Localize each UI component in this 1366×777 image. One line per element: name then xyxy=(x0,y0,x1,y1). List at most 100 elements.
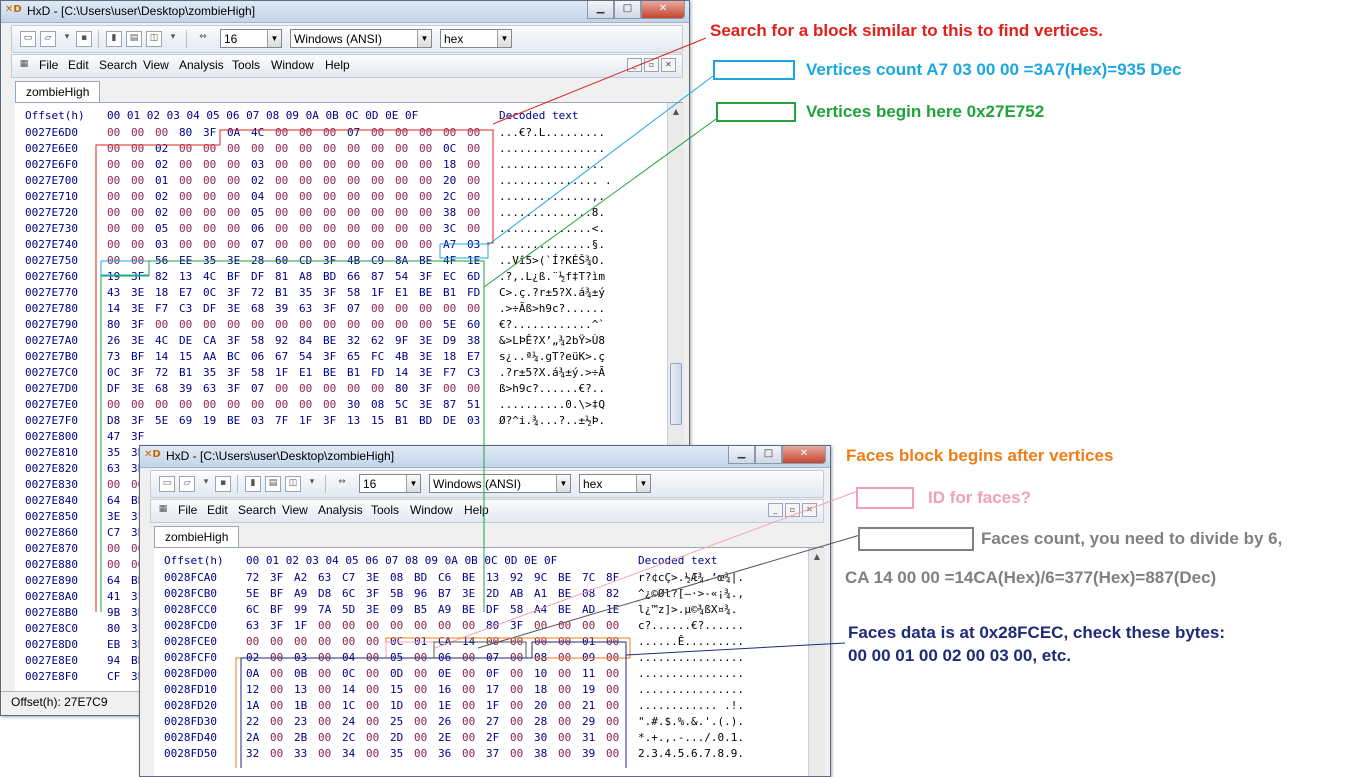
hex-byte[interactable]: 87 xyxy=(371,269,384,285)
open-folder-icon[interactable]: ▱ xyxy=(40,31,56,47)
hex-byte[interactable]: 51 xyxy=(467,397,480,413)
hex-byte[interactable]: 62 xyxy=(371,333,384,349)
hex-byte[interactable]: 35 xyxy=(299,285,312,301)
hex-byte[interactable]: 00 xyxy=(366,666,379,682)
hex-byte[interactable]: 00 xyxy=(203,205,216,221)
hex-byte[interactable]: 8F xyxy=(606,570,619,586)
hex-byte[interactable]: 00 xyxy=(251,317,264,333)
minimize-button[interactable]: ▁ xyxy=(728,446,755,464)
hex-byte[interactable]: 63 xyxy=(107,461,120,477)
hex-byte[interactable]: 0C xyxy=(107,365,120,381)
hex-byte[interactable]: 00 xyxy=(347,141,360,157)
hex-byte[interactable]: 02 xyxy=(155,157,168,173)
hex-byte[interactable]: 00 xyxy=(462,730,475,746)
close-button[interactable]: ✕ xyxy=(782,446,826,464)
hex-byte[interactable]: 13 xyxy=(294,682,307,698)
hex-byte[interactable]: EB xyxy=(107,637,120,653)
hex-byte[interactable]: 3F xyxy=(227,285,240,301)
hex-byte[interactable]: 18 xyxy=(534,682,547,698)
hex-byte[interactable]: 2B xyxy=(294,730,307,746)
hex-byte[interactable]: 3F xyxy=(323,253,336,269)
hex-byte[interactable]: AB xyxy=(510,586,523,602)
hex-row[interactable]: 0028FCE0 00 00 00 00 00 00 0C 01 CA 14 00 00 00 00 01 00… xyxy=(164,634,804,650)
hex-byte[interactable]: 72 xyxy=(251,285,264,301)
hex-byte[interactable]: 0A xyxy=(246,666,259,682)
hex-byte[interactable]: 3F xyxy=(323,301,336,317)
hex-row[interactable]: 0027E760 19 3F 82 13 4C BF DF 81 A8 BD 66 87 54 3F EC 6D… xyxy=(25,269,665,285)
hex-byte[interactable]: 03 xyxy=(251,157,264,173)
hex-byte[interactable]: 00 xyxy=(251,141,264,157)
chevron-down-icon[interactable]: ▼ xyxy=(267,30,281,47)
decoded-text[interactable]: ......Ê......... xyxy=(638,634,744,650)
hex-byte[interactable]: 00 xyxy=(467,301,480,317)
display-mode-select[interactable]: hex ▼ xyxy=(440,29,512,48)
hex-byte[interactable]: 00 xyxy=(107,557,120,573)
hex-byte[interactable]: 9C xyxy=(534,570,547,586)
hex-byte[interactable]: 96 xyxy=(414,586,427,602)
hex-row[interactable]: 0028FCD0 63 3F 1F 00 00 00 00 00 00 00 80 3F 00 00 00 00… xyxy=(164,618,804,634)
hex-byte[interactable]: EC xyxy=(443,269,456,285)
hex-byte[interactable]: 00 xyxy=(227,237,240,253)
hex-byte[interactable]: 00 xyxy=(419,237,432,253)
hex-byte[interactable]: 00 xyxy=(275,397,288,413)
hex-byte[interactable]: 00 xyxy=(270,650,283,666)
hex-byte[interactable]: 4C xyxy=(155,333,168,349)
hex-byte[interactable]: 00 xyxy=(318,618,331,634)
hex-byte[interactable]: 00 xyxy=(371,301,384,317)
chevron-down-icon[interactable]: ▼ xyxy=(417,30,431,47)
hex-byte[interactable]: 00 xyxy=(179,221,192,237)
hex-byte[interactable]: 00 xyxy=(275,205,288,221)
hex-byte[interactable]: 00 xyxy=(467,173,480,189)
hex-byte[interactable]: BF xyxy=(227,269,240,285)
hex-byte[interactable]: 58 xyxy=(251,333,264,349)
hex-byte[interactable]: 00 xyxy=(107,205,120,221)
hex-byte[interactable]: 58 xyxy=(510,602,523,618)
hex-byte[interactable]: 00 xyxy=(323,141,336,157)
menu-search[interactable]: Search xyxy=(238,503,276,517)
hex-byte[interactable]: 82 xyxy=(155,269,168,285)
chevron-down-icon[interactable]: ▼ xyxy=(406,475,420,492)
hex-byte[interactable]: 00 xyxy=(414,714,427,730)
decoded-text[interactable]: ............ .!. xyxy=(638,698,744,714)
hex-byte[interactable]: AA xyxy=(203,349,216,365)
hex-byte[interactable]: 00 xyxy=(371,205,384,221)
hex-byte[interactable]: 28 xyxy=(534,714,547,730)
hex-byte[interactable]: 00 xyxy=(366,682,379,698)
hex-byte[interactable]: 00 xyxy=(467,221,480,237)
hex-byte[interactable]: 07 xyxy=(347,125,360,141)
hex-byte[interactable]: 03 xyxy=(251,413,264,429)
hex-byte[interactable]: 80 xyxy=(179,125,192,141)
hex-byte[interactable]: 00 xyxy=(558,682,571,698)
save-icon[interactable]: ▪ xyxy=(76,31,92,47)
hex-byte[interactable]: 00 xyxy=(323,221,336,237)
hex-byte[interactable]: 00 xyxy=(371,173,384,189)
hex-byte[interactable]: 63 xyxy=(246,618,259,634)
hex-row[interactable]: 0027E730 00 00 05 00 00 00 06 00 00 00 00 00 00 00 3C 00… xyxy=(25,221,665,237)
hex-byte[interactable]: 00 xyxy=(131,221,144,237)
hex-row[interactable]: 0027E740 00 00 03 00 00 00 07 00 00 00 00 00 00 00 A7 03… xyxy=(25,237,665,253)
hex-byte[interactable]: 3F xyxy=(366,586,379,602)
hex-byte[interactable]: 00 xyxy=(462,650,475,666)
hex-byte[interactable]: 64 xyxy=(107,493,120,509)
hex-byte[interactable]: 00 xyxy=(366,618,379,634)
hex-byte[interactable]: B1 xyxy=(347,365,360,381)
hex-byte[interactable]: 00 xyxy=(510,698,523,714)
hex-byte[interactable]: A4 xyxy=(534,602,547,618)
hex-byte[interactable]: 00 xyxy=(299,205,312,221)
hex-byte[interactable]: BE xyxy=(323,333,336,349)
hex-byte[interactable]: 1C xyxy=(342,698,355,714)
hex-byte[interactable]: BE xyxy=(462,602,475,618)
hex-byte[interactable]: 00 xyxy=(275,237,288,253)
hex-byte[interactable]: 4B xyxy=(347,253,360,269)
hex-byte[interactable]: 00 xyxy=(510,746,523,762)
hex-byte[interactable]: 00 xyxy=(414,682,427,698)
hex-byte[interactable]: 06 xyxy=(438,650,451,666)
hex-byte[interactable]: 00 xyxy=(179,317,192,333)
hex-byte[interactable]: 3E xyxy=(131,301,144,317)
hex-byte[interactable]: 00 xyxy=(414,698,427,714)
hex-byte[interactable]: CD xyxy=(299,253,312,269)
hex-byte[interactable]: 00 xyxy=(131,141,144,157)
hex-byte[interactable]: DF xyxy=(203,301,216,317)
hex-byte[interactable]: 26 xyxy=(107,333,120,349)
decoded-text[interactable]: ".#.$.%.&.'.(.). xyxy=(638,714,744,730)
